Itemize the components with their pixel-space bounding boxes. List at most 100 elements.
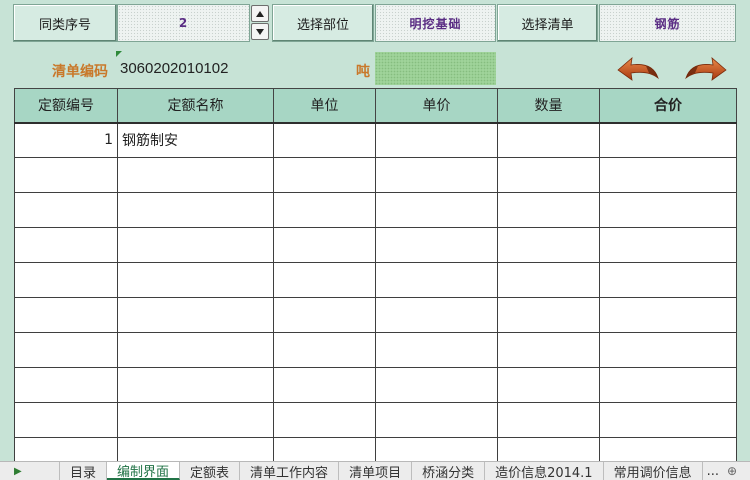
- top-toolbar: 同类序号 2 选择部位 明挖基础 选择清单 钢筋: [0, 0, 750, 46]
- table-cell[interactable]: [599, 192, 737, 228]
- table-cell[interactable]: [117, 297, 274, 333]
- table-cell[interactable]: [375, 227, 498, 263]
- spin-up-button[interactable]: [251, 5, 269, 22]
- header-quota-name: 定额名称: [117, 88, 274, 124]
- table-cell[interactable]: [497, 227, 600, 263]
- curved-left-arrow-icon[interactable]: [616, 52, 660, 84]
- table-cell[interactable]: [375, 367, 498, 403]
- table-cell[interactable]: 1: [14, 122, 118, 158]
- table-body: 1 钢筋制安: [14, 122, 737, 473]
- add-sheet-icon[interactable]: ⊕: [723, 462, 741, 480]
- table-cell[interactable]: [117, 157, 274, 193]
- table-cell[interactable]: [14, 367, 118, 403]
- table-cell[interactable]: [599, 297, 737, 333]
- header-unit: 单位: [273, 88, 376, 124]
- table-cell[interactable]: [14, 402, 118, 438]
- table-row: [14, 262, 737, 298]
- sheet-tab-bar: ▶ 目录 编制界面 定额表 清单工作内容 清单项目 桥涵分类 造价信息2014.1 常用调价信…: [0, 461, 750, 480]
- table-cell[interactable]: [14, 227, 118, 263]
- sheet-tab[interactable]: 编制界面: [107, 462, 181, 480]
- list-value-field[interactable]: 钢筋: [599, 4, 736, 42]
- unit-label: 吨: [356, 64, 370, 80]
- table-cell[interactable]: [497, 157, 600, 193]
- tabs-overflow[interactable]: ...: [703, 462, 723, 480]
- quota-table: 定额编号 定额名称 单位 单价 数量 合价 1 钢筋制安: [14, 88, 737, 473]
- code-value: 3060202010102: [120, 60, 229, 77]
- sheet-tab[interactable]: 桥涵分类: [412, 462, 486, 480]
- table-cell[interactable]: 钢筋制安: [117, 122, 274, 158]
- table-cell[interactable]: [273, 192, 376, 228]
- spin-down-icon: [256, 28, 264, 35]
- header-quantity: 数量: [497, 88, 600, 124]
- table-cell[interactable]: [273, 157, 376, 193]
- table-cell[interactable]: [497, 122, 600, 158]
- select-list-button[interactable]: 选择清单: [497, 4, 598, 42]
- table-cell[interactable]: [273, 367, 376, 403]
- table-cell[interactable]: [273, 262, 376, 298]
- table-cell[interactable]: [117, 332, 274, 368]
- table-cell[interactable]: [375, 192, 498, 228]
- table-cell[interactable]: [375, 122, 498, 158]
- table-cell[interactable]: [497, 297, 600, 333]
- part-value-field[interactable]: 明挖基础: [375, 4, 496, 42]
- table-cell[interactable]: [599, 332, 737, 368]
- table-cell[interactable]: [497, 262, 600, 298]
- sheet-tab[interactable]: 造价信息2014.1: [485, 462, 604, 480]
- curved-right-arrow-icon[interactable]: [684, 52, 728, 84]
- table-cell[interactable]: [599, 402, 737, 438]
- table-cell[interactable]: [273, 297, 376, 333]
- table-cell[interactable]: [375, 332, 498, 368]
- table-cell[interactable]: [14, 332, 118, 368]
- table-cell[interactable]: [375, 297, 498, 333]
- seq-value-field[interactable]: 2: [117, 4, 250, 42]
- sheet-tab[interactable]: 清单工作内容: [240, 462, 340, 480]
- table-row: [14, 402, 737, 438]
- table-cell[interactable]: [599, 262, 737, 298]
- table-cell[interactable]: [273, 122, 376, 158]
- spin-down-button[interactable]: [251, 23, 269, 40]
- table-cell[interactable]: [375, 157, 498, 193]
- spin-up-icon: [256, 10, 264, 17]
- table-cell[interactable]: [117, 402, 274, 438]
- table-cell[interactable]: [375, 402, 498, 438]
- table-cell[interactable]: [273, 332, 376, 368]
- table-cell[interactable]: [497, 367, 600, 403]
- table-cell[interactable]: [14, 262, 118, 298]
- sheet-nav-right-icon[interactable]: ▶: [0, 462, 60, 480]
- table-cell[interactable]: [497, 332, 600, 368]
- table-cell[interactable]: [497, 402, 600, 438]
- table-row: [14, 192, 737, 228]
- header-quota-no: 定额编号: [14, 88, 118, 124]
- table-header-row: 定额编号 定额名称 单位 单价 数量 合价: [14, 88, 737, 124]
- comment-indicator-icon: [116, 51, 122, 57]
- select-part-button[interactable]: 选择部位: [272, 4, 374, 42]
- table-cell[interactable]: [497, 192, 600, 228]
- table-cell[interactable]: [599, 367, 737, 403]
- table-row: [14, 367, 737, 403]
- unit-value-cell[interactable]: [375, 52, 496, 85]
- sheet-tab[interactable]: 定额表: [180, 462, 241, 480]
- table-cell[interactable]: [14, 192, 118, 228]
- table-cell[interactable]: [375, 262, 498, 298]
- code-label: 清单编码: [52, 64, 108, 80]
- sheet-tab[interactable]: 清单项目: [339, 462, 413, 480]
- table-row: [14, 227, 737, 263]
- table-row: 1 钢筋制安: [14, 122, 737, 158]
- table-cell[interactable]: [117, 367, 274, 403]
- table-row: [14, 332, 737, 368]
- table-cell[interactable]: [117, 192, 274, 228]
- sheet-tab[interactable]: 目录: [60, 462, 108, 480]
- table-cell[interactable]: [117, 262, 274, 298]
- table-row: [14, 157, 737, 193]
- table-cell[interactable]: [14, 297, 118, 333]
- sheet-tab[interactable]: 常用调价信息: [604, 462, 703, 480]
- table-cell[interactable]: [273, 227, 376, 263]
- table-cell[interactable]: [14, 157, 118, 193]
- seq-label-button[interactable]: 同类序号: [13, 4, 117, 42]
- header-total: 合价: [599, 88, 737, 124]
- table-cell[interactable]: [599, 122, 737, 158]
- table-cell[interactable]: [599, 227, 737, 263]
- table-cell[interactable]: [599, 157, 737, 193]
- table-cell[interactable]: [117, 227, 274, 263]
- table-cell[interactable]: [273, 402, 376, 438]
